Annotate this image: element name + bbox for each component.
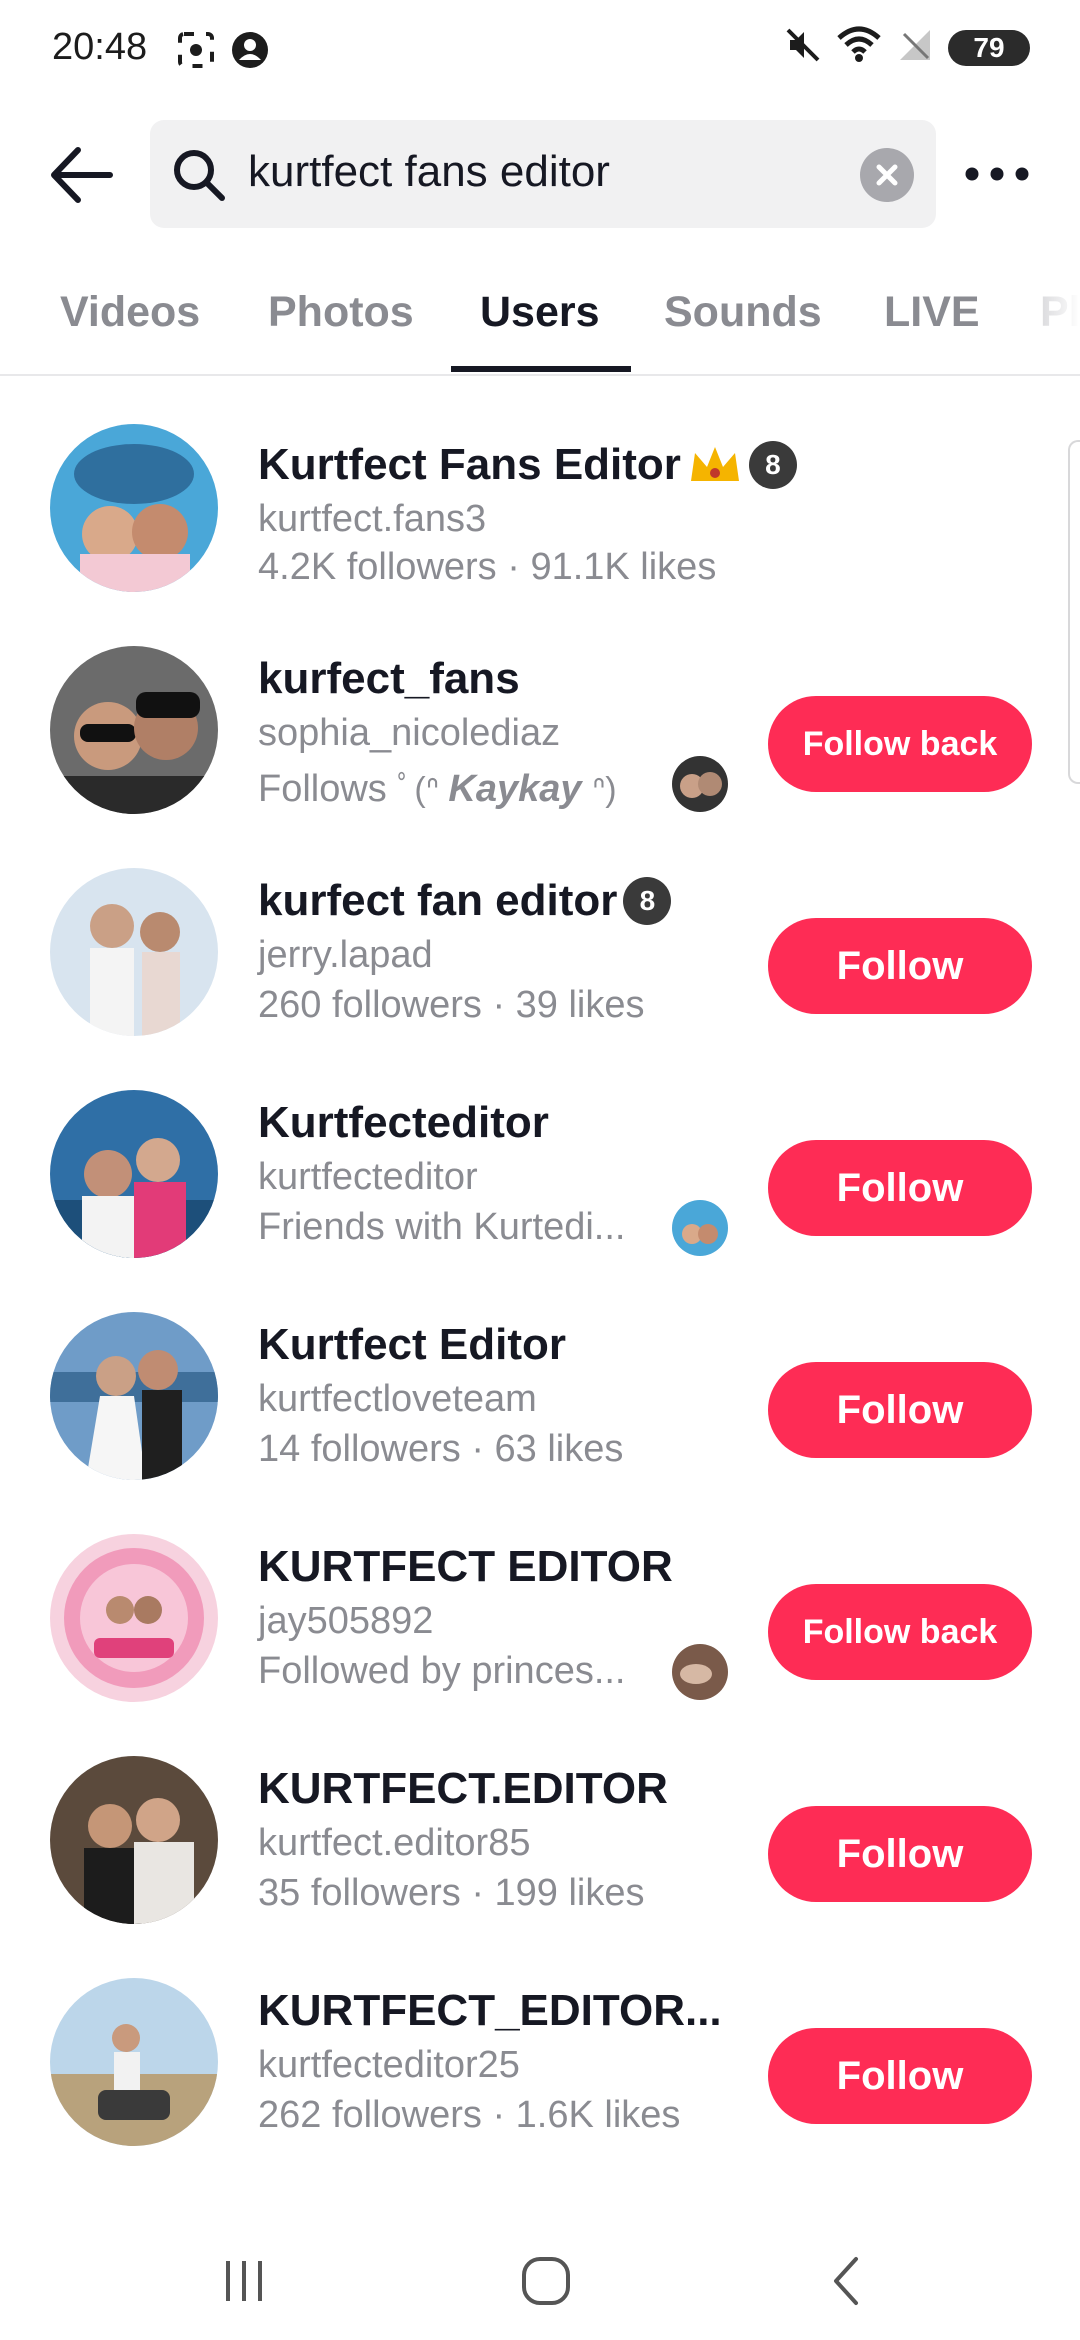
follow-button[interactable]: Follow (768, 918, 1032, 1014)
search-icon (174, 150, 225, 201)
user-stats: 35 followers · 199 likes (258, 1872, 645, 1914)
user-handle: jay505892 (258, 1600, 434, 1642)
list-item[interactable]: KURTFECT EDITOR jay505892 Followed by pr… (0, 1484, 1080, 1706)
avatar[interactable] (50, 646, 218, 814)
user-handle: kurtfectloveteam (258, 1378, 537, 1420)
tab-users[interactable]: Users (480, 288, 600, 337)
mutual-info: Friends with Kurtedi... (258, 1206, 626, 1248)
user-handle: sophia_nicolediaz (258, 712, 561, 754)
avatar[interactable] (50, 1756, 218, 1924)
user-handle: kurtfect.fans3 (258, 498, 487, 540)
mutual-info: Followed by princes... (258, 1650, 626, 1692)
bunny-icon: ﾟ(ᐢ (397, 771, 449, 809)
list-item[interactable]: kurfect_fans sophia_nicolediaz Follows ﾟ… (0, 596, 1080, 818)
avatar[interactable] (50, 1312, 218, 1480)
user-stats: 262 followers · 1.6K likes (258, 2094, 681, 2136)
mutual-name: Kaykay (448, 768, 582, 810)
user-stats: 4.2K followers · 91.1K likes (258, 546, 717, 588)
follow-button[interactable]: Follow (768, 1140, 1032, 1236)
tab-sounds[interactable]: Sounds (664, 288, 822, 337)
clear-search-button[interactable] (860, 148, 914, 202)
tab-live[interactable]: LIVE (884, 288, 980, 337)
tab-videos[interactable]: Videos (60, 288, 200, 337)
back-arrow-icon (51, 147, 113, 203)
system-nav-bar (0, 2220, 1080, 2340)
mutual-avatar (672, 756, 728, 812)
user-handle: kurtfecteditor (258, 1156, 478, 1198)
avatar[interactable] (50, 424, 218, 592)
eight-ball-icon: 8 (748, 441, 797, 489)
user-name: KURTFECT_EDITOR... (258, 1986, 722, 2035)
result-tabs: Videos Photos Users Sounds LIVE Pl (0, 270, 1080, 376)
status-bar: 20:48 79 (0, 0, 1080, 100)
follow-button[interactable]: Follow (768, 2028, 1032, 2124)
more-options-button[interactable] (962, 156, 1032, 192)
list-item[interactable]: KURTFECT.EDITOR kurtfect.editor85 35 fol… (0, 1706, 1080, 1928)
user-stats: 260 followers · 39 likes (258, 984, 645, 1026)
search-query: kurtfect fans editor (248, 147, 610, 196)
user-stats: 14 followers · 63 likes (258, 1428, 624, 1470)
user-handle: jerry.lapad (258, 934, 433, 976)
home-icon (522, 2257, 570, 2305)
recent-apps-icon (226, 2261, 262, 2301)
user-name: KURTFECT.EDITOR (258, 1764, 668, 1813)
back-button[interactable] (44, 140, 124, 210)
list-item[interactable]: Kurtfect Editor kurtfectloveteam 14 foll… (0, 1262, 1080, 1484)
avatar[interactable] (50, 1534, 218, 1702)
battery-icon: 79 (948, 29, 1030, 66)
follows-label: Follows (258, 768, 387, 810)
home-button[interactable] (506, 2246, 586, 2316)
crown-icon (690, 447, 739, 481)
active-tab-indicator (451, 366, 631, 372)
wifi-icon (836, 26, 882, 69)
more-icon (965, 167, 1029, 181)
bunny-icon: ᐢ) (592, 771, 617, 809)
nav-back-button[interactable] (808, 2246, 888, 2316)
list-item[interactable]: Kurtfecteditor kurtfecteditor Friends wi… (0, 1040, 1080, 1262)
user-name: Kurtfect Editor (258, 1320, 566, 1369)
mutual-avatar (672, 1644, 728, 1700)
nav-back-icon (834, 2257, 858, 2305)
user-name: Kurtfect Fans Editor (258, 440, 681, 489)
avatar[interactable] (50, 1090, 218, 1258)
screenshot-icon (176, 30, 216, 75)
follow-back-button[interactable]: Follow back (768, 1584, 1032, 1680)
list-item[interactable]: KURTFECT_EDITOR... kurtfecteditor25 262 … (0, 1928, 1080, 2150)
user-handle: kurtfect.editor85 (258, 1822, 531, 1864)
avatar[interactable] (50, 868, 218, 1036)
user-name: kurfect_fans (258, 654, 520, 703)
user-name: kurfect fan editor (258, 876, 618, 925)
account-icon (230, 30, 270, 75)
tab-photos[interactable]: Photos (268, 288, 414, 337)
mute-icon (784, 26, 822, 69)
user-name: KURTFECT EDITOR (258, 1542, 673, 1591)
user-handle: kurtfecteditor25 (258, 2044, 520, 2086)
mutual-avatar (672, 1200, 728, 1256)
follow-button[interactable]: Follow (768, 1362, 1032, 1458)
clear-icon (876, 164, 898, 186)
avatar[interactable] (50, 1978, 218, 2146)
follow-back-button[interactable]: Follow back (768, 696, 1032, 792)
no-signal-icon (896, 26, 934, 69)
status-time: 20:48 (52, 26, 148, 68)
user-name: Kurtfecteditor (258, 1098, 549, 1147)
list-item[interactable]: kurfect fan editor 8 jerry.lapad 260 fol… (0, 818, 1080, 1040)
eight-ball-icon: 8 (623, 877, 672, 925)
follow-button[interactable]: Follow (768, 1806, 1032, 1902)
recent-apps-button[interactable] (204, 2246, 284, 2316)
search-input[interactable]: kurtfect fans editor (150, 120, 936, 228)
list-item[interactable]: Kurtfect Fans Editor 8 kurtfect.fans3 4.… (0, 374, 1080, 596)
search-header: kurtfect fans editor (0, 120, 1080, 230)
mutual-info: Follows ﾟ(ᐢ Kaykay ᐢ) (258, 762, 617, 811)
